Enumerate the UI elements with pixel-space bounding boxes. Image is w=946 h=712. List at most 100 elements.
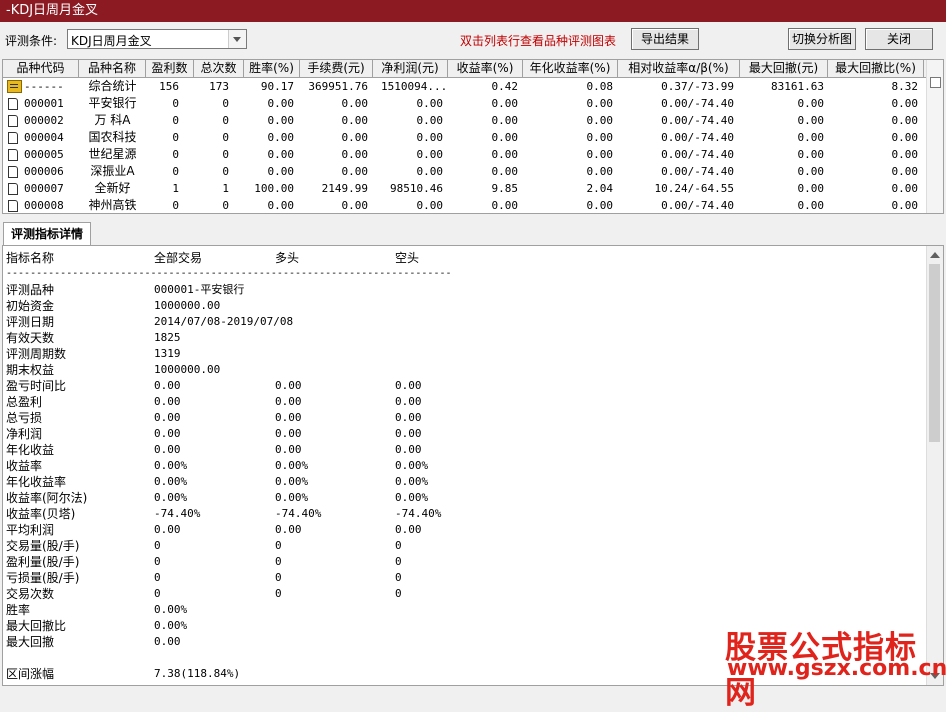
cell-fee: 369951.76 [308,80,368,93]
cell-drawdown-ratio: 0.00 [891,199,919,212]
cell-annual: 0.00 [586,199,614,212]
cell-name: 万 科A [94,113,131,127]
document-icon [8,183,18,195]
col-total[interactable]: 总次数 [194,60,244,77]
cell-drawdown-ratio: 8.32 [891,80,919,93]
cell-wins: 0 [172,148,179,161]
detail-label: 净利润 [6,427,43,441]
detail-value-short: 0 [395,539,402,552]
export-button[interactable]: 导出结果 [631,28,699,50]
cell-wins: 156 [159,80,179,93]
table-header: 品种代码 品种名称 盈利数 总次数 胜率(%) 手续费(元) 净利润(元) 收益… [3,60,928,78]
scroll-thumb[interactable] [929,264,940,442]
detail-value-all: 0.00% [154,619,188,632]
cell-drawdown-ratio: 0.00 [891,114,919,127]
detail-value-all: 0.00 [154,395,181,408]
cell-win-rate: 0.00 [267,114,295,127]
cell-drawdown: 83161.63 [771,80,824,93]
detail-label: 区间涨幅 [6,667,55,681]
table-row[interactable]: 000007 全新好 1 1 100.00 2149.99 98510.46 9.85 2.04… [3,180,928,197]
detail-value-short: 0.00 [395,523,422,536]
col-name[interactable]: 品种名称 [79,60,146,77]
tab-detail[interactable]: 评测指标详情 [3,222,91,245]
detail-value-short: 0.00% [395,459,429,472]
detail-value-all: 0.00 [154,379,181,392]
document-icon [8,149,18,161]
chevron-down-icon[interactable] [228,30,246,48]
cell-return: 0.00 [491,131,519,144]
cell-code: 000002 [24,114,64,127]
table-row[interactable]: 000006 深振业A 0 0 0.00 0.00 0.00 0.00 0.00 0.00/-74… [3,163,928,180]
col-return[interactable]: 收益率(%) [448,60,523,77]
cell-fee: 0.00 [341,97,369,110]
cell-drawdown-ratio: 0.00 [891,182,919,195]
window-title: -KDJ日周月金叉 [6,3,99,18]
table-row[interactable]: 000005 世纪星源 0 0 0.00 0.00 0.00 0.00 0.00 0.00/-74… [3,146,928,163]
detail-header-long: 多头 [275,251,300,265]
switch-chart-button[interactable]: 切换分析图 [788,28,856,50]
detail-value-all: 0.00 [154,411,181,424]
cell-return: 0.00 [491,114,519,127]
window-titlebar: -KDJ日周月金叉 [0,0,946,22]
detail-value-all: 0.00% [154,459,188,472]
cell-total: 0 [222,131,229,144]
condition-select[interactable]: KDJ日周月金叉 [67,29,247,49]
detail-value-long: 0.00 [275,427,302,440]
col-net[interactable]: 净利润(元) [373,60,448,77]
cell-relative: 0.00/-74.40 [661,114,734,127]
cell-name: 国农科技 [88,130,137,144]
detail-value-long: 0.00 [275,523,302,536]
col-wins[interactable]: 盈利数 [146,60,194,77]
cell-annual: 2.04 [586,182,614,195]
table-row[interactable]: 000002 万 科A 0 0 0.00 0.00 0.00 0.00 0.00 0.00/-74… [3,112,928,129]
cell-relative: 10.24/-64.55 [654,182,734,195]
cell-return: 0.00 [491,97,519,110]
detail-value-all: -74.40% [154,507,201,520]
detail-value-long: 0.00 [275,411,302,424]
detail-value-all: 000001-平安银行 [154,283,245,296]
col-win-rate[interactable]: 胜率(%) [244,60,300,77]
col-drawdown[interactable]: 最大回撤(元) [740,60,828,77]
cell-code: 000007 [24,182,64,195]
col-annual[interactable]: 年化收益率(%) [523,60,618,77]
detail-label: 盈利量(股/手) [6,555,80,569]
cell-wins: 0 [172,97,179,110]
table-row[interactable]: 000001 平安银行 0 0 0.00 0.00 0.00 0.00 0.00 0.00/-74… [3,95,928,112]
cell-net: 0.00 [416,97,444,110]
col-drawdown-ratio[interactable]: 最大回撤比(%) [828,60,924,77]
scroll-up-icon[interactable] [930,252,940,258]
cell-win-rate: 0.00 [267,165,295,178]
detail-value-long: 0.00% [275,475,309,488]
table-row[interactable]: 000004 国农科技 0 0 0.00 0.00 0.00 0.00 0.00 0.00/-74… [3,129,928,146]
detail-value-all: 0.00% [154,603,188,616]
cell-name: 平安银行 [88,96,137,110]
detail-value-long: 0.00% [275,491,309,504]
detail-header-all: 全部交易 [154,251,203,265]
detail-value-all: 0.00 [154,427,181,440]
detail-value-all: 1825 [154,331,181,344]
detail-value-all: 0 [154,539,161,552]
table-row-summary[interactable]: ------ 综合统计 156 173 90.17 369951.76 1510… [3,78,928,95]
cell-total: 0 [222,199,229,212]
detail-label: 收益率(贝塔) [6,507,76,521]
detail-label: 年化收益 [6,443,55,457]
detail-value-long: 0.00 [275,443,302,456]
table-scrollbar[interactable] [926,60,943,213]
detail-value-short: 0.00% [395,491,429,504]
detail-value-short: 0.00 [395,443,422,456]
col-code[interactable]: 品种代码 [3,60,79,77]
col-relative[interactable]: 相对收益率α/β(%) [618,60,740,77]
cell-code: 000004 [24,131,64,144]
cell-net: 0.00 [416,114,444,127]
detail-value-long: 0 [275,587,282,600]
col-fee[interactable]: 手续费(元) [300,60,373,77]
table-row[interactable]: 000008 神州高铁 0 0 0.00 0.00 0.00 0.00 0.00 0.00/-74… [3,197,928,213]
cell-drawdown: 0.00 [797,131,825,144]
detail-value-long: 0.00 [275,379,302,392]
cell-net: 0.00 [416,131,444,144]
close-button[interactable]: 关闭 [865,28,933,50]
cell-net: 0.00 [416,199,444,212]
cell-total: 0 [222,165,229,178]
detail-scrollbar[interactable] [926,246,943,685]
scroll-checkbox[interactable] [930,77,941,88]
